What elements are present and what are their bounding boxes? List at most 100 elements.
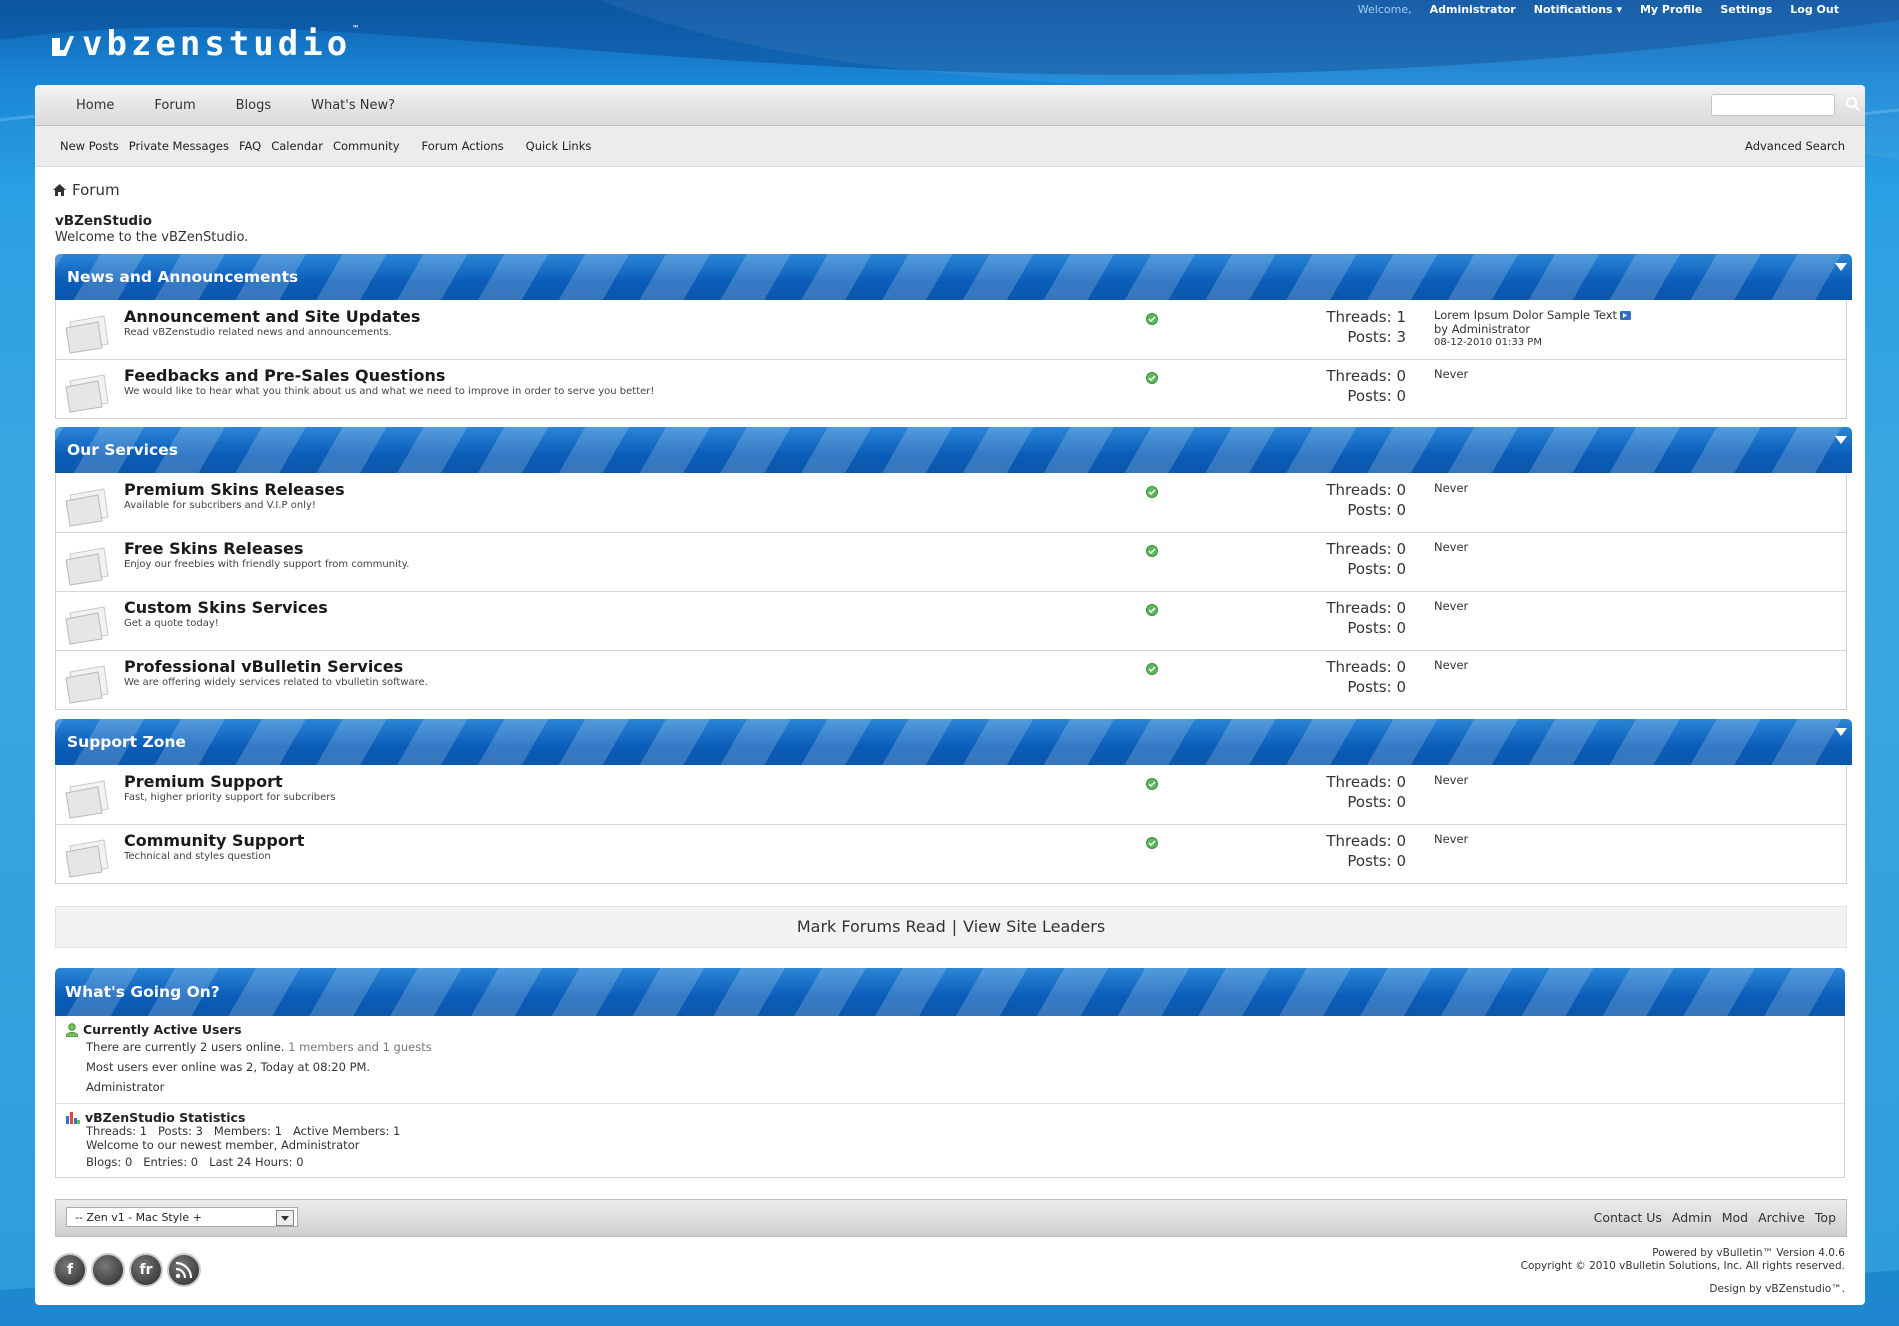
friendfeed-icon[interactable]: fr: [129, 1253, 163, 1287]
forum-title-link[interactable]: Professional vBulletin Services: [124, 657, 403, 676]
forum-description: We would like to hear what you think abo…: [124, 386, 655, 397]
twitter-icon[interactable]: [91, 1253, 125, 1287]
forum-title-link[interactable]: Free Skins Releases: [124, 539, 303, 558]
forum-status-icon: [65, 374, 109, 413]
last-post: Never: [1434, 481, 1468, 495]
bar-chart-icon: [66, 1112, 80, 1124]
notifications-menu[interactable]: Notifications ▾: [1534, 3, 1622, 16]
forum-threads: Threads: 0: [1326, 658, 1406, 676]
rss-icon[interactable]: [167, 1253, 201, 1287]
footer-mod[interactable]: Mod: [1722, 1210, 1748, 1225]
forum-title-link[interactable]: Premium Support: [124, 772, 283, 791]
page-container: Home Forum Blogs What's New? New Posts P…: [35, 85, 1865, 1305]
footer-top[interactable]: Top: [1815, 1210, 1836, 1225]
home-icon[interactable]: [53, 184, 66, 196]
forum-online-icon: [1146, 486, 1158, 498]
last-post: Never: [1434, 599, 1468, 613]
wgo-title: What's Going On?: [65, 983, 220, 1001]
forum-stats: Threads: 0 Posts: 0: [1206, 366, 1406, 406]
wgo-body: Currently Active Users There are current…: [55, 1016, 1845, 1178]
facebook-icon[interactable]: f: [53, 1253, 87, 1287]
sub-navbar: New Posts Private Messages FAQ Calendar …: [35, 126, 1865, 167]
my-profile-link[interactable]: My Profile: [1640, 3, 1702, 16]
category-header: Our Services: [55, 427, 1852, 473]
forum-stats: Threads: 1 Posts: 3: [1206, 307, 1406, 347]
settings-link[interactable]: Settings: [1720, 3, 1772, 16]
category-header: News and Announcements: [55, 254, 1852, 300]
forum-threads: Threads: 0: [1326, 540, 1406, 558]
last-post: Never: [1434, 540, 1468, 554]
subnav-community[interactable]: Community: [333, 139, 400, 153]
forum-title-link[interactable]: Community Support: [124, 831, 304, 850]
collapse-icon[interactable]: [1834, 262, 1848, 272]
category-title[interactable]: Our Services: [67, 441, 178, 459]
last-post-title[interactable]: Lorem Ipsum Dolor Sample Text: [1434, 308, 1617, 322]
category-title[interactable]: News and Announcements: [67, 268, 298, 286]
online-user-link[interactable]: Administrator: [86, 1077, 1834, 1097]
last-post-title: Never: [1434, 832, 1469, 846]
forum-threads: Threads: 0: [1326, 599, 1406, 617]
footer-contact-us[interactable]: Contact Us: [1594, 1210, 1662, 1225]
forum-row: Custom Skins Services Get a quote today! T…: [56, 591, 1846, 650]
style-chooser-select[interactable]: -- Zen v1 - Mac Style +: [66, 1207, 298, 1227]
subnav-calendar[interactable]: Calendar: [271, 139, 323, 153]
advanced-search-link[interactable]: Advanced Search: [1745, 139, 1845, 153]
site-logo[interactable]: vbzenstudio ™: [50, 24, 362, 64]
footer-archive[interactable]: Archive: [1758, 1210, 1805, 1225]
forum-description: Fast, higher priority support for subcri…: [124, 792, 336, 803]
footer-admin[interactable]: Admin: [1672, 1210, 1712, 1225]
subnav-faq[interactable]: FAQ: [239, 139, 261, 153]
forum-title-link[interactable]: Premium Skins Releases: [124, 480, 345, 499]
whats-going-on: What's Going On? Currently Active Users …: [55, 968, 1845, 1178]
online-breakdown: 1 members and 1 guests: [288, 1040, 432, 1054]
username-link[interactable]: Administrator: [1430, 3, 1516, 16]
collapse-icon[interactable]: [1834, 727, 1848, 737]
forum-stats: Threads: 0 Posts: 0: [1206, 598, 1406, 638]
tab-blogs[interactable]: Blogs: [216, 98, 292, 113]
forum-title-link[interactable]: Custom Skins Services: [124, 598, 328, 617]
forum-description: Read vBZenstudio related news and announ…: [124, 327, 392, 338]
search-input[interactable]: [1711, 94, 1835, 116]
collapse-icon[interactable]: [1834, 435, 1848, 445]
forum-stats: Threads: 0 Posts: 0: [1206, 831, 1406, 871]
forum-title-link[interactable]: Feedbacks and Pre-Sales Questions: [124, 366, 445, 385]
forum-row: Professional vBulletin Services We are of…: [56, 650, 1846, 709]
last-post-author[interactable]: by Administrator: [1434, 322, 1631, 336]
forum-posts: Posts: 0: [1347, 678, 1406, 696]
subnav-private-messages[interactable]: Private Messages: [129, 139, 229, 153]
copyright-text: Copyright © 2010 vBulletin Solutions, In…: [1520, 1260, 1845, 1272]
search-icon[interactable]: [1845, 96, 1861, 112]
online-count: There are currently 2 users online.: [86, 1040, 285, 1054]
tab-home[interactable]: Home: [56, 98, 134, 113]
copyright-block: Powered by vBulletin™ Version 4.0.6 Copy…: [1521, 1247, 1845, 1296]
site-welcome: Welcome to the vBZenStudio.: [55, 230, 249, 245]
subnav-forum-actions[interactable]: Forum Actions: [422, 139, 504, 153]
logo-wordmark: vbzenstudio ™: [82, 24, 362, 64]
stats-line-1: Threads: 1 Posts: 3 Members: 1 Active Me…: [86, 1124, 401, 1138]
tab-forum[interactable]: Forum: [134, 98, 215, 113]
forum-posts: Posts: 0: [1347, 793, 1406, 811]
logout-link[interactable]: Log Out: [1790, 3, 1839, 16]
category-title[interactable]: Support Zone: [67, 733, 186, 751]
view-site-leaders-link[interactable]: View Site Leaders: [963, 917, 1105, 936]
forum-status-icon: [65, 315, 109, 354]
last-post-title: Never: [1434, 599, 1469, 613]
forum-row: Premium Support Fast, higher priority sup…: [56, 766, 1846, 824]
social-icons: f fr: [53, 1253, 201, 1287]
tab-whats-new[interactable]: What's New?: [291, 98, 415, 113]
forum-threads: Threads: 0: [1326, 481, 1406, 499]
last-post-title: Never: [1434, 773, 1469, 787]
forum-title-link[interactable]: Announcement and Site Updates: [124, 307, 420, 326]
forum-status-icon: [65, 488, 109, 527]
subnav-quick-links[interactable]: Quick Links: [526, 139, 592, 153]
forum-online-icon: [1146, 778, 1158, 790]
subnav-new-posts[interactable]: New Posts: [60, 139, 119, 153]
mark-forums-read-link[interactable]: Mark Forums Read: [797, 917, 946, 936]
go-to-last-post-icon[interactable]: [1620, 311, 1632, 320]
powered-by: Powered by vBulletin™ Version 4.0.6: [1652, 1247, 1845, 1259]
forum-posts: Posts: 0: [1347, 501, 1406, 519]
forum-row: Announcement and Site Updates Read vBZens…: [56, 301, 1846, 359]
forum-online-icon: [1146, 663, 1158, 675]
forum-threads: Threads: 0: [1326, 367, 1406, 385]
forum-status-icon: [65, 665, 109, 704]
